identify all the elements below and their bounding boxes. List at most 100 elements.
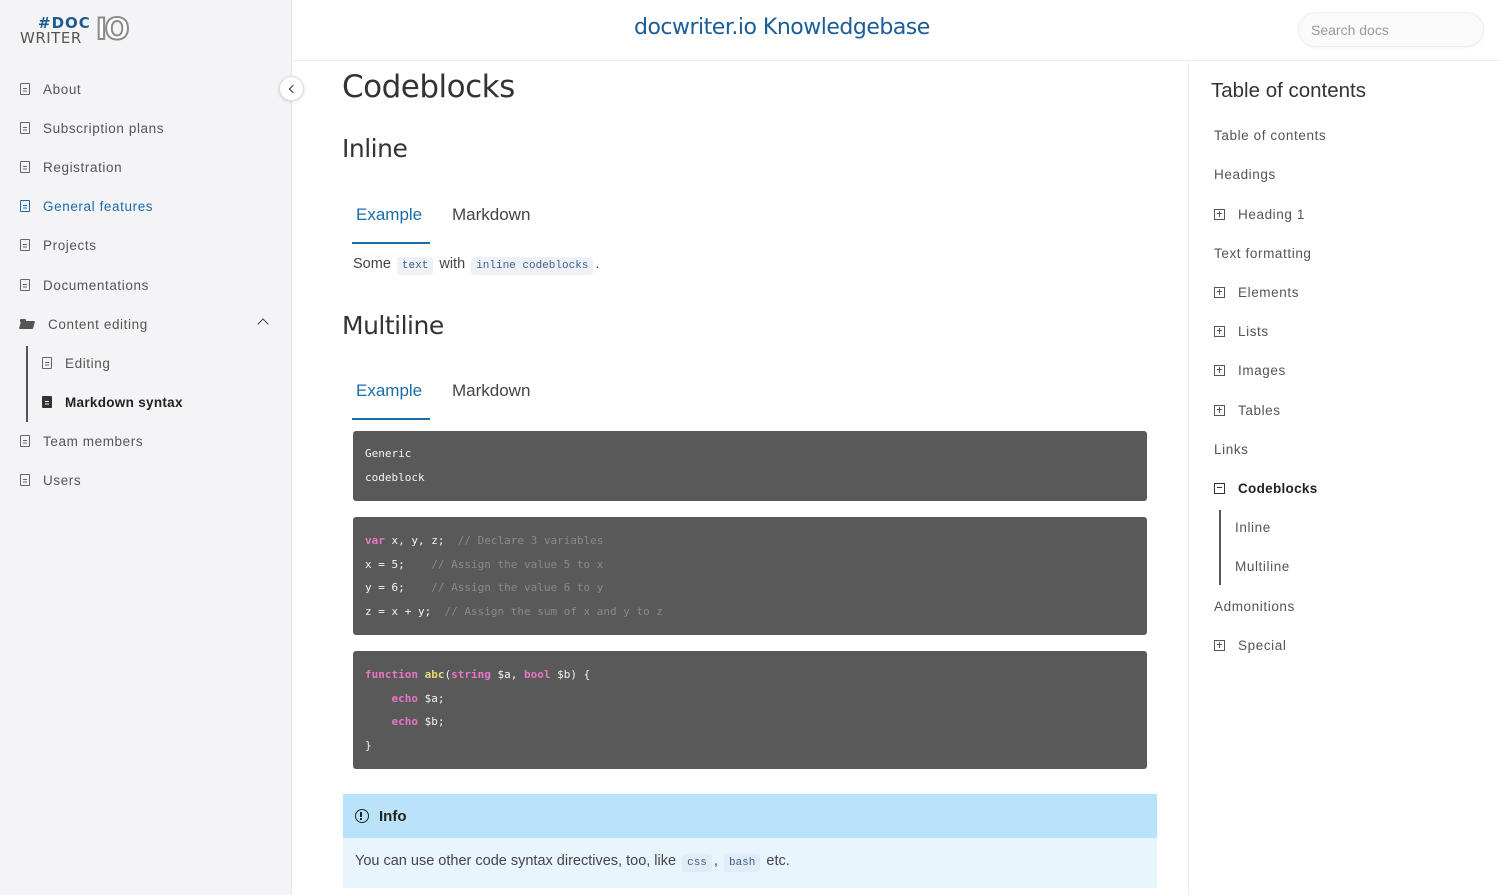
sidebar-item-markdown-syntax[interactable]: Markdown syntax (42, 390, 183, 414)
sidebar-item-content-editing[interactable]: Content editing (20, 312, 148, 336)
sidebar-item-documentations[interactable]: Documentations (20, 273, 149, 297)
code-text: z = x + y; (365, 604, 445, 618)
sidebar-item-editing[interactable]: Editing (42, 351, 110, 375)
code-comment: // Assign the value 5 to x (431, 557, 604, 571)
inline-code: css (682, 854, 712, 872)
toc-item-label: Heading 1 (1238, 206, 1305, 222)
toc-item-special[interactable]: Special (1214, 635, 1286, 655)
document-icon (20, 474, 30, 486)
code-text: $a; (418, 691, 445, 705)
tab-markdown[interactable]: Markdown (452, 376, 530, 418)
search-input[interactable] (1298, 12, 1484, 47)
section-heading-inline: Inline (342, 134, 408, 163)
sidebar-item-label: Users (43, 472, 82, 488)
toc-item-links[interactable]: Links (1214, 439, 1249, 459)
code-line: y = 6; // Assign the value 6 to y (365, 576, 1135, 600)
sidebar-item-projects[interactable]: Projects (20, 233, 97, 257)
toc-item-elements[interactable]: Elements (1214, 282, 1299, 302)
collapse-icon[interactable] (1214, 482, 1225, 494)
docwriter-logo[interactable]: #DOC WRITER IO (20, 13, 132, 47)
inline-code: bash (723, 854, 761, 872)
toc-item-label: Elements (1238, 284, 1300, 300)
code-text: x, y, z; (384, 534, 458, 547)
toc-item-lists[interactable]: Lists (1214, 321, 1269, 341)
toc-item-label: Text formatting (1214, 245, 1312, 261)
document-icon (20, 435, 30, 447)
toc-item-tables[interactable]: Tables (1214, 400, 1281, 420)
code-keyword: echo (391, 691, 419, 705)
toc-item-admonitions[interactable]: Admonitions (1214, 596, 1295, 616)
admonition-text: You can use other code syntax directives… (355, 853, 677, 869)
toc-item-label: Tables (1238, 402, 1281, 418)
sidebar-item-subscription-plans[interactable]: Subscription plans (20, 116, 164, 140)
codeblock-php[interactable]: function abc(string $a, bool $b) { echo … (353, 651, 1147, 769)
code-text: $b) { (550, 668, 591, 681)
code-text: y = 6; (365, 581, 432, 594)
sidebar-item-label: Registration (43, 159, 123, 175)
sidebar-item-about[interactable]: About (20, 77, 81, 101)
code-type: bool (523, 668, 551, 681)
site-title[interactable]: docwriter.io Knowledgebase (634, 15, 930, 40)
expand-icon[interactable] (1214, 208, 1225, 220)
admonition-title: Info (379, 807, 407, 825)
toc-item-label: Links (1214, 441, 1249, 457)
codeblock-javascript[interactable]: var x, y, z; // Declare 3 variables x = … (353, 517, 1147, 635)
sidebar-item-registration[interactable]: Registration (20, 155, 122, 179)
toc-item-headings[interactable]: Headings (1214, 164, 1276, 184)
toc-subtree-line (1219, 510, 1221, 585)
document-icon (20, 122, 30, 134)
code-keyword: echo (391, 715, 419, 728)
expand-icon[interactable] (1214, 364, 1225, 376)
chevron-up-icon[interactable] (257, 318, 269, 330)
toc-item-heading-1[interactable]: Heading 1 (1214, 204, 1305, 224)
toc-item-label: Table of contents (1214, 127, 1327, 143)
code-line: codeblock (365, 470, 425, 484)
toc-item-label: Lists (1238, 323, 1269, 339)
code-line: function abc(string $a, bool $b) { (365, 663, 1135, 687)
admonition-body: You can use other code syntax directives… (355, 853, 790, 872)
sidebar-item-team-members[interactable]: Team members (20, 429, 143, 453)
toc-item-images[interactable]: Images (1214, 360, 1286, 380)
sidebar-item-users[interactable]: Users (20, 468, 81, 492)
active-tab-indicator (352, 418, 430, 420)
expand-icon[interactable] (1214, 639, 1225, 651)
sidebar-item-label: Content editing (48, 316, 148, 332)
code-comment: // Assign the value 6 to y (431, 581, 604, 594)
toc-item-multiline[interactable]: Multiline (1235, 556, 1290, 576)
toc-item-inline[interactable]: Inline (1235, 517, 1271, 537)
code-function-name: abc (424, 668, 445, 681)
toc-item-label: Special (1238, 637, 1287, 653)
collapse-sidebar-button[interactable] (279, 76, 304, 101)
expand-icon[interactable] (1214, 286, 1225, 298)
toc-item-label: Multiline (1235, 558, 1290, 574)
sidebar-item-label: About (43, 81, 82, 97)
sidebar-item-label: General features (43, 198, 154, 214)
text-period: . (595, 256, 600, 272)
code-line: var x, y, z; // Declare 3 variables (365, 529, 1135, 553)
toc-item-label: Headings (1214, 166, 1276, 182)
sidebar-item-label: Projects (43, 237, 97, 253)
code-line: x = 5; // Assign the value 5 to x (365, 553, 1135, 577)
toc-item-text-formatting[interactable]: Text formatting (1214, 243, 1312, 263)
subtree-line (26, 346, 28, 422)
text-some: Some (353, 256, 391, 272)
code-keyword: var (365, 534, 385, 547)
code-text: $a, (490, 668, 524, 681)
document-icon (20, 279, 30, 291)
expand-icon[interactable] (1214, 404, 1225, 416)
tab-markdown[interactable]: Markdown (452, 200, 530, 242)
expand-icon[interactable] (1214, 325, 1225, 337)
tab-example[interactable]: Example (356, 200, 422, 242)
toc-title: Table of contents (1211, 79, 1366, 102)
toc-item-codeblocks[interactable]: Codeblocks (1214, 478, 1318, 498)
inline-code: text (396, 257, 434, 275)
sidebar-item-label: Markdown syntax (65, 394, 183, 410)
sidebar-item-general-features[interactable]: General features (20, 194, 153, 218)
info-admonition: Info You can use other code syntax direc… (343, 794, 1157, 888)
document-icon (20, 200, 30, 212)
toc-item-table-of-contents[interactable]: Table of contents (1214, 125, 1326, 145)
codeblock-generic[interactable]: Generic codeblock (353, 431, 1147, 501)
toc-item-label: Admonitions (1214, 598, 1295, 614)
tab-example[interactable]: Example (356, 376, 422, 418)
page-title: Codeblocks (342, 69, 515, 105)
